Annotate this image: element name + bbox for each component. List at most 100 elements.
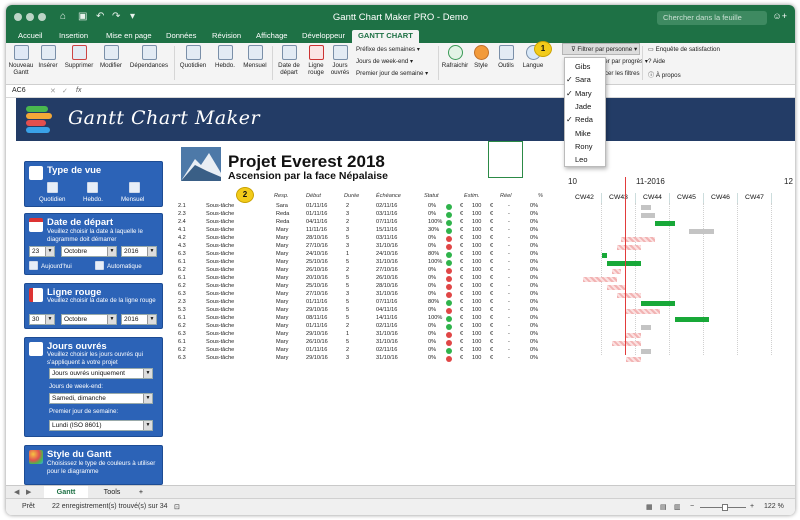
cell-est[interactable]: 100 bbox=[472, 355, 481, 361]
cell-task[interactable]: Sous-tâche bbox=[206, 355, 234, 361]
cell-dur[interactable]: 3 bbox=[346, 355, 349, 361]
cell-pct[interactable]: 30% bbox=[428, 227, 439, 233]
cell-id[interactable]: 2.3 bbox=[178, 299, 186, 305]
first-weekday-dropdown[interactable]: Premier jour de semaine ▾ bbox=[356, 70, 428, 77]
cell-end[interactable]: 28/10/16 bbox=[376, 283, 398, 289]
person-filter-item[interactable]: ✓ Reda bbox=[565, 113, 605, 126]
table-row[interactable]: 6.3 Sous-tâche Mary 29/10/16 3 31/10/16 0% €100… bbox=[178, 355, 564, 363]
today-icon[interactable] bbox=[29, 261, 38, 270]
cell-resp[interactable]: Mary bbox=[276, 323, 288, 329]
gantt-bar[interactable] bbox=[602, 253, 607, 258]
cell-id[interactable]: 6.1 bbox=[178, 339, 186, 345]
cell-cur[interactable]: € bbox=[460, 275, 463, 281]
delete-button[interactable]: Supprimer bbox=[62, 45, 96, 69]
daily-view-button[interactable]: Quotidien bbox=[176, 45, 210, 69]
sheet-tab-tools[interactable]: Tools bbox=[94, 486, 130, 498]
cell-resp[interactable]: Mary bbox=[276, 251, 288, 257]
start-year-select[interactable]: 2016 ▼ bbox=[121, 246, 157, 257]
cell-task[interactable]: Sous-tâche bbox=[206, 267, 234, 273]
cell-start[interactable]: 04/11/16 bbox=[306, 219, 327, 225]
cell-dur[interactable]: 5 bbox=[346, 275, 349, 281]
table-row[interactable]: 6.1 Sous-tâche Mary 20/10/16 5 26/10/16 0% €100… bbox=[178, 275, 564, 283]
person-filter-item[interactable]: ✓ Mary bbox=[565, 87, 605, 100]
tab-gantt-chart[interactable]: GANTT CHART bbox=[352, 30, 419, 43]
cell-cur2[interactable]: € bbox=[490, 331, 493, 337]
cell-cur2[interactable]: € bbox=[490, 219, 493, 225]
next-sheet-icon[interactable]: ▶ bbox=[26, 486, 32, 498]
red-line-button[interactable]: Ligne rouge bbox=[304, 45, 328, 76]
cell-end[interactable]: 26/10/16 bbox=[376, 275, 398, 281]
gantt-bar[interactable] bbox=[611, 269, 622, 274]
cell-real[interactable]: - bbox=[508, 251, 510, 257]
cell-est[interactable]: 100 bbox=[472, 307, 481, 313]
cell-cur[interactable]: € bbox=[460, 339, 463, 345]
gantt-bar[interactable] bbox=[626, 309, 661, 314]
cell-rp[interactable]: 0% bbox=[530, 243, 538, 249]
cell-est[interactable]: 100 bbox=[472, 243, 481, 249]
gantt-bar[interactable] bbox=[616, 245, 641, 250]
cell-rp[interactable]: 0% bbox=[530, 227, 538, 233]
cell-task[interactable]: Sous-tâche bbox=[206, 203, 234, 209]
cell-cur[interactable]: € bbox=[460, 267, 463, 273]
tab-developpeur[interactable]: Développeur bbox=[302, 30, 345, 43]
cell-est[interactable]: 100 bbox=[472, 267, 481, 273]
zoom-out-icon[interactable]: − bbox=[690, 503, 694, 510]
cell-cur[interactable]: € bbox=[460, 251, 463, 257]
cell-end[interactable]: 31/10/16 bbox=[376, 243, 398, 249]
cell-pct[interactable]: 0% bbox=[428, 243, 436, 249]
table-row[interactable]: 2.4 Sous-tâche Reda 04/11/16 2 07/11/16 100% €1… bbox=[178, 219, 564, 227]
cell-task[interactable]: Sous-tâche bbox=[206, 283, 234, 289]
cell-est[interactable]: 100 bbox=[472, 299, 481, 305]
dependencies-button[interactable]: Dépendances bbox=[126, 45, 172, 69]
cell-resp[interactable]: Reda bbox=[276, 211, 289, 217]
cell-dur[interactable]: 5 bbox=[346, 235, 349, 241]
tab-insertion[interactable]: Insertion bbox=[59, 30, 88, 43]
cell-resp[interactable]: Mary bbox=[276, 307, 288, 313]
normal-view-icon[interactable]: ▦ bbox=[646, 503, 653, 511]
cell-est[interactable]: 100 bbox=[472, 203, 481, 209]
cell-start[interactable]: 01/11/16 bbox=[306, 347, 327, 353]
cell-start[interactable]: 01/11/16 bbox=[306, 299, 327, 305]
cell-id[interactable]: 6.3 bbox=[178, 355, 186, 361]
cell-end[interactable]: 31/10/16 bbox=[376, 339, 398, 345]
sheet-tab-gantt[interactable]: Gantt bbox=[44, 486, 88, 498]
cell-pct[interactable]: 80% bbox=[428, 299, 439, 305]
cell-cur[interactable]: € bbox=[460, 283, 463, 289]
cell-id[interactable]: 4.2 bbox=[178, 235, 186, 241]
cell-pct[interactable]: 80% bbox=[428, 251, 439, 257]
table-row[interactable]: 6.3 Sous-tâche Mary 29/10/16 1 31/10/16 0% €100… bbox=[178, 331, 564, 339]
confirm-icon[interactable]: ✓ bbox=[62, 87, 68, 95]
cell-rp[interactable]: 0% bbox=[530, 267, 538, 273]
cell-cur2[interactable]: € bbox=[490, 235, 493, 241]
gantt-bar[interactable] bbox=[611, 341, 641, 346]
cell-cur[interactable]: € bbox=[460, 211, 463, 217]
table-row[interactable]: 6.1 Sous-tâche Mary 25/10/16 5 31/10/16 100% €1… bbox=[178, 259, 564, 267]
workdays-mode-select[interactable]: Jours ouvrés uniquement ▼ bbox=[49, 368, 153, 379]
cell-dur[interactable]: 5 bbox=[346, 283, 349, 289]
table-row[interactable]: 2.3 Sous-tâche Mary 01/11/16 5 07/11/16 80% €10… bbox=[178, 299, 564, 307]
cell-real[interactable]: - bbox=[508, 243, 510, 249]
cell-rp[interactable]: 0% bbox=[530, 315, 538, 321]
cell-task[interactable]: Sous-tâche bbox=[206, 291, 234, 297]
cancel-icon[interactable]: ✕ bbox=[50, 87, 56, 95]
cell-real[interactable]: - bbox=[508, 275, 510, 281]
cell-end[interactable]: 02/11/16 bbox=[376, 323, 397, 329]
cell-cur[interactable]: € bbox=[460, 307, 463, 313]
help-link[interactable]: ? Aide bbox=[648, 58, 665, 65]
cell-task[interactable]: Sous-tâche bbox=[206, 275, 234, 281]
cell-resp[interactable]: Reda bbox=[276, 219, 289, 225]
cell-est[interactable]: 100 bbox=[472, 283, 481, 289]
cell-id[interactable]: 6.1 bbox=[178, 315, 186, 321]
cell-id[interactable]: 6.3 bbox=[178, 251, 186, 257]
cell-rp[interactable]: 0% bbox=[530, 283, 538, 289]
cell-est[interactable]: 100 bbox=[472, 251, 481, 257]
cell-est[interactable]: 100 bbox=[472, 275, 481, 281]
cell-cur2[interactable]: € bbox=[490, 227, 493, 233]
cell-start[interactable]: 25/10/16 bbox=[306, 283, 328, 289]
cell-cur[interactable]: € bbox=[460, 259, 463, 265]
table-row[interactable]: 6.1 Sous-tâche Mary 08/11/16 5 14/11/16 100% €1… bbox=[178, 315, 564, 323]
cell-end[interactable]: 02/11/16 bbox=[376, 203, 397, 209]
person-filter-item[interactable]: ✓ Sara bbox=[565, 73, 605, 86]
gantt-bar[interactable] bbox=[674, 317, 709, 322]
search-input[interactable]: Chercher dans la feuille bbox=[657, 11, 767, 25]
